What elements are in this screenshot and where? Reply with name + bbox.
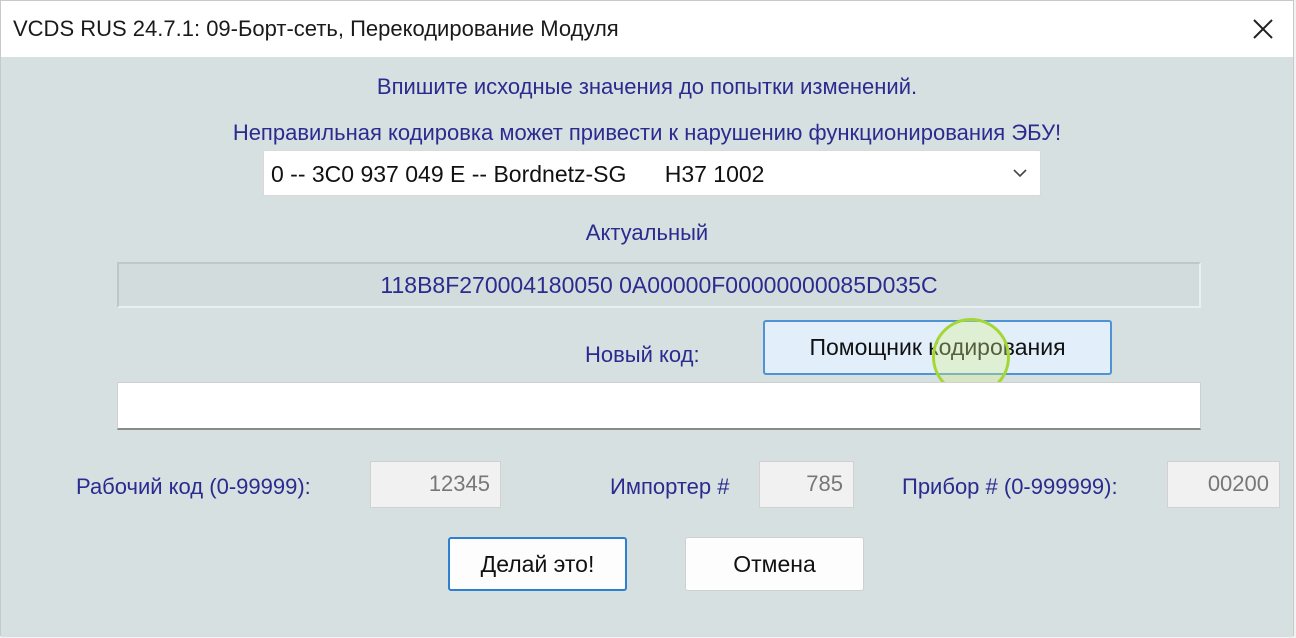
module-select-value: 0 -- 3C0 937 049 E -- Bordnetz-SG H37 10… [271, 161, 765, 187]
importer-label: Импортер # [610, 474, 730, 499]
cancel-button[interactable]: Отмена [685, 537, 864, 591]
importer-field[interactable]: 785 [759, 461, 854, 508]
do-it-button[interactable]: Делай это! [448, 537, 627, 591]
window-title: VCDS RUS 24.7.1: 09-Борт-сеть, Перекодир… [13, 16, 619, 41]
workshop-code-label: Рабочий код (0-99999): [76, 474, 311, 499]
recoding-dialog: VCDS RUS 24.7.1: 09-Борт-сеть, Перекодир… [0, 0, 1294, 637]
close-icon [1253, 19, 1273, 39]
close-button[interactable] [1239, 5, 1287, 53]
coding-helper-button[interactable]: Помощник кодирования [763, 320, 1112, 375]
instruction-text: Впишите исходные значения до попытки изм… [376, 74, 918, 99]
device-field[interactable]: 00200 [1167, 461, 1280, 508]
new-code-input[interactable] [117, 382, 1201, 430]
actual-code-value: 118B8F270004180050 0A00000F00000000085D0… [380, 272, 938, 298]
device-label: Прибор # (0-999999): [902, 474, 1118, 499]
module-select[interactable]: 0 -- 3C0 937 049 E -- Bordnetz-SG H37 10… [263, 150, 1041, 196]
new-code-label: Новый код: [585, 342, 700, 367]
workshop-code-field[interactable]: 12345 [370, 461, 501, 508]
warning-text: Неправильная кодировка может привести к … [232, 120, 1062, 145]
actual-code-field: 118B8F270004180050 0A00000F00000000085D0… [117, 262, 1201, 308]
title-bar: VCDS RUS 24.7.1: 09-Борт-сеть, Перекодир… [1, 1, 1293, 57]
actual-label: Актуальный [585, 220, 709, 245]
chevron-down-icon [1013, 169, 1027, 178]
dialog-body: Впишите исходные значения до попытки изм… [1, 57, 1293, 637]
